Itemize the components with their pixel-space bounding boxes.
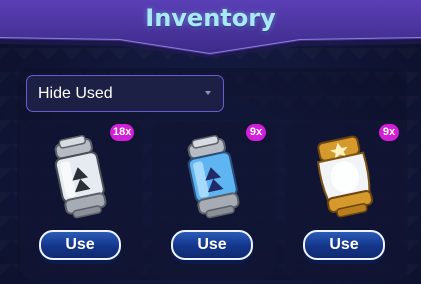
silver-canister-icon bbox=[54, 135, 107, 219]
gold-canister-icon bbox=[317, 135, 374, 218]
use-button-blue[interactable]: Use bbox=[171, 230, 253, 260]
page-title: Inventory bbox=[145, 4, 276, 32]
use-button-gold[interactable]: Use bbox=[303, 230, 385, 260]
chevron-down-icon bbox=[205, 91, 211, 95]
item-count-badge: 9x bbox=[379, 124, 399, 141]
blue-canister-icon bbox=[187, 135, 240, 219]
item-count-badge: 9x bbox=[246, 124, 266, 141]
use-button-silver[interactable]: Use bbox=[39, 230, 121, 260]
inventory-header: Inventory bbox=[0, 0, 421, 58]
filter-dropdown[interactable]: Hide Used bbox=[26, 75, 224, 112]
filter-dropdown-value: Hide Used bbox=[38, 85, 113, 102]
